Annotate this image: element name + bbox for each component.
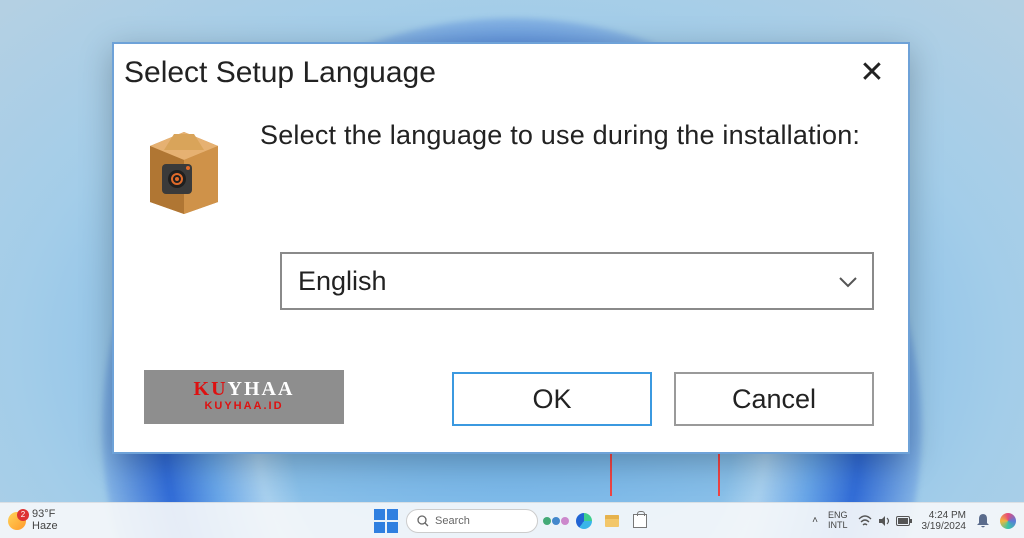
lang-bottom: INTL (828, 521, 848, 530)
taskbar-systray: ˄ ENG INTL 4:24 PM 3/19/2024 (812, 510, 1024, 532)
search-icon (417, 515, 429, 527)
weather-text: 93°F Haze (32, 509, 58, 532)
watermark-badge: KUYHAA KUYHAA.ID (144, 370, 344, 424)
file-explorer-icon[interactable] (602, 511, 622, 531)
taskbar-clock[interactable]: 4:24 PM 3/19/2024 (922, 510, 967, 532)
installer-box-icon (144, 124, 224, 216)
battery-icon (896, 516, 912, 526)
dialog-button-row: OK Cancel (452, 372, 874, 426)
tray-status-icons[interactable] (858, 515, 912, 527)
weather-badge: 2 (17, 509, 29, 521)
dialog-body: Select the language to use during the in… (114, 102, 908, 452)
taskbar-weather-widget[interactable]: 2 93°F Haze (0, 509, 58, 532)
weather-icon: 2 (8, 512, 26, 530)
dialog-titlebar: Select Setup Language ✕ (114, 44, 908, 102)
watermark-top: KUYHAA (194, 379, 295, 399)
ok-button[interactable]: OK (452, 372, 652, 426)
watermark-sub: KUYHAA.ID (204, 399, 283, 414)
taskbar: 2 93°F Haze Search ˄ ENG INTL (0, 502, 1024, 538)
close-button[interactable]: ✕ (850, 51, 894, 95)
chevron-down-icon (838, 268, 858, 294)
weather-temp: 93°F (32, 509, 58, 521)
setup-language-dialog: Select Setup Language ✕ S (112, 42, 910, 454)
store-icon[interactable] (630, 511, 650, 531)
weather-condition: Haze (32, 521, 58, 533)
tray-overflow-chevron[interactable]: ˄ (812, 515, 818, 526)
start-button[interactable] (374, 509, 398, 533)
notifications-icon[interactable] (976, 513, 990, 529)
annotation-rectangle (610, 450, 720, 496)
taskbar-search[interactable]: Search (406, 509, 538, 533)
language-select-value: English (298, 266, 387, 297)
dialog-title: Select Setup Language (124, 56, 436, 90)
language-indicator[interactable]: ENG INTL (828, 511, 848, 530)
wifi-icon (858, 515, 872, 527)
language-select[interactable]: English (280, 252, 874, 310)
close-icon: ✕ (859, 58, 884, 88)
task-view-icon[interactable] (546, 511, 566, 531)
volume-icon (878, 515, 890, 527)
clock-date: 3/19/2024 (922, 521, 967, 532)
edge-icon[interactable] (574, 511, 594, 531)
search-placeholder: Search (435, 515, 470, 527)
cancel-button[interactable]: Cancel (674, 372, 874, 426)
prompt-text: Select the language to use during the in… (260, 120, 860, 151)
copilot-icon[interactable] (1000, 513, 1016, 529)
taskbar-center: Search (374, 509, 650, 533)
clock-time: 4:24 PM (922, 510, 967, 521)
prompt-row: Select the language to use during the in… (144, 120, 878, 216)
desktop-background: Select Setup Language ✕ S (0, 0, 1024, 538)
